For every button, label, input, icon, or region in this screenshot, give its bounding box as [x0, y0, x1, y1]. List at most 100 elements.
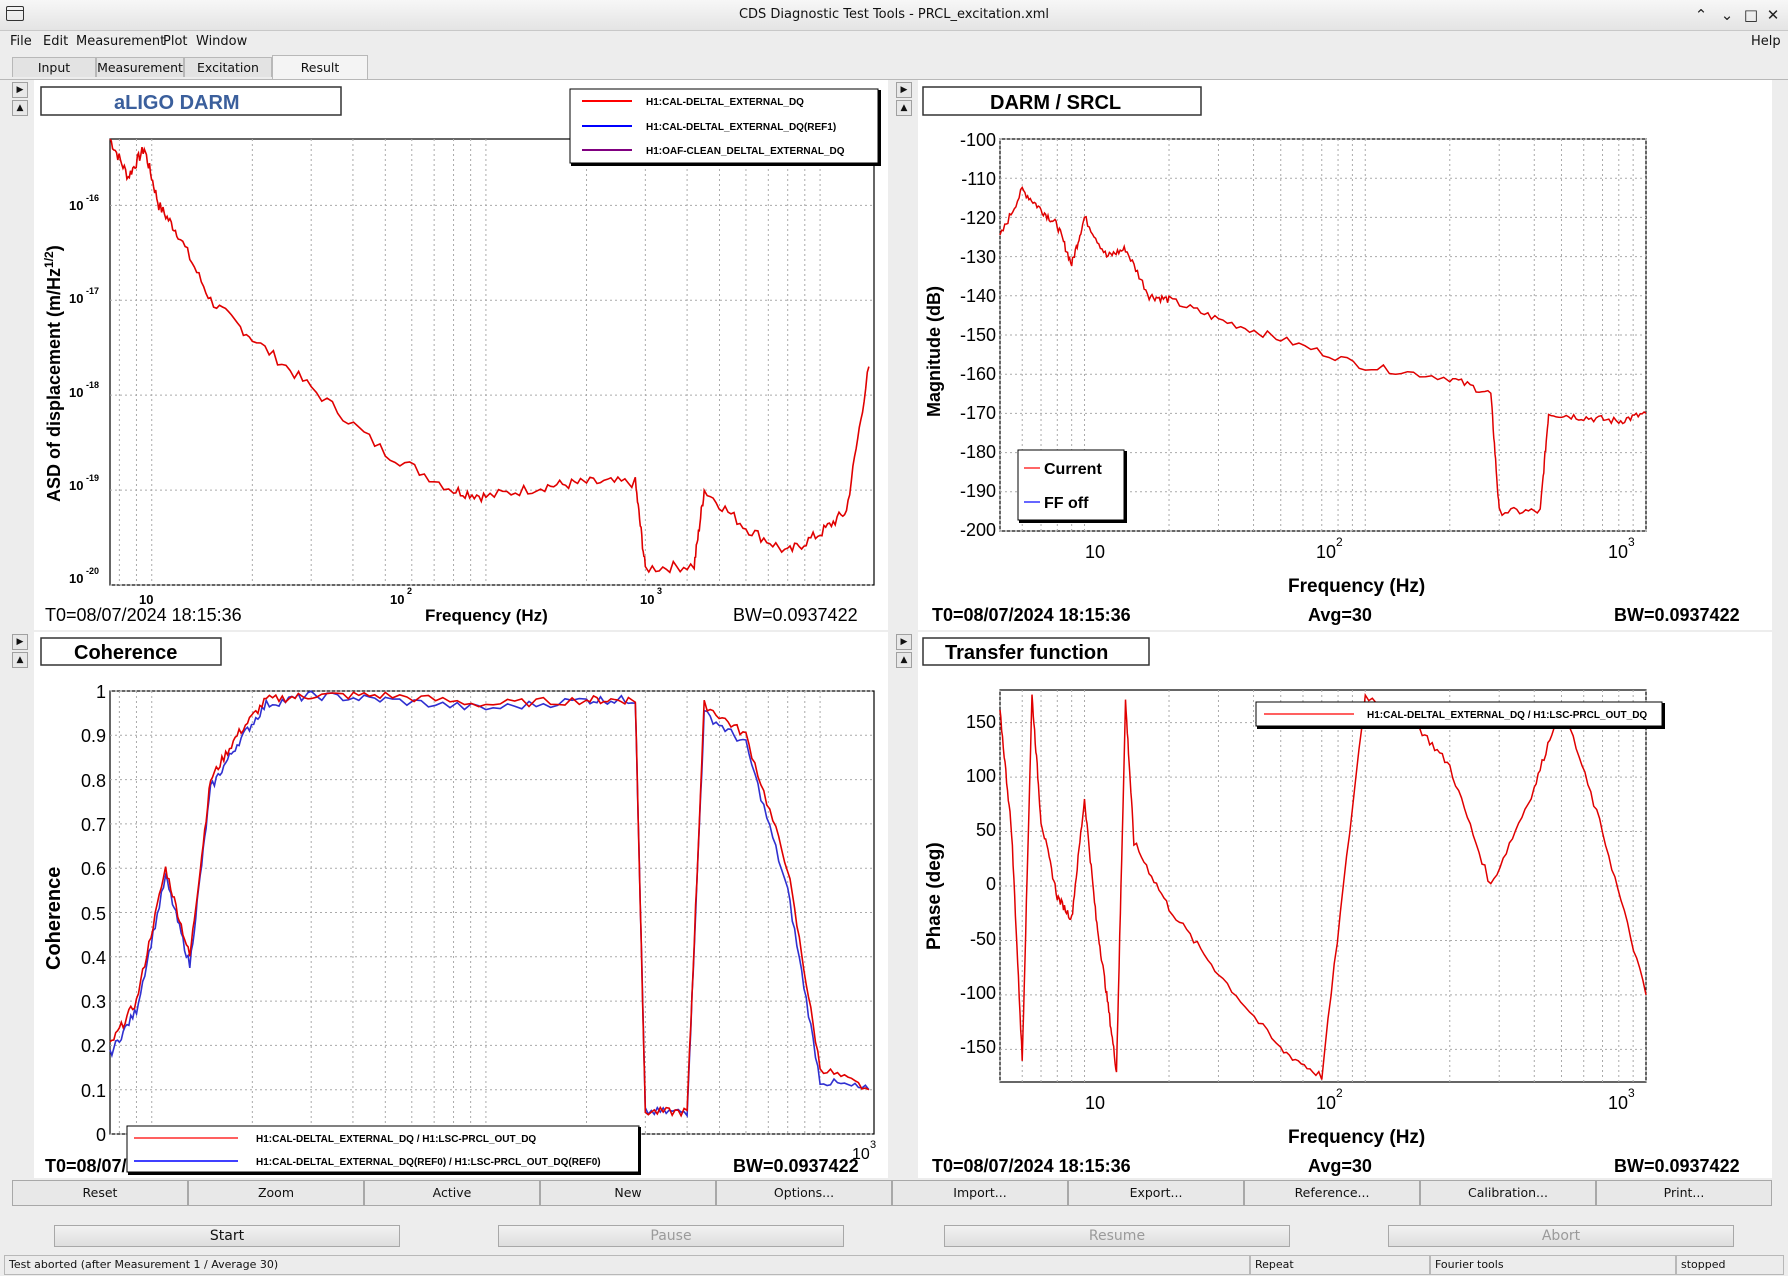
menu-file[interactable]: File	[10, 34, 32, 49]
panel-coherence[interactable]: Coherence 1 0.9 0.8 0.7 0.6 0.5 0.4 0.3 …	[34, 632, 888, 1178]
menu-measurement[interactable]: Measurement	[76, 34, 165, 49]
y-tick-exp: -19	[86, 473, 99, 483]
menu-plot[interactable]: Plot	[163, 34, 188, 49]
options-button[interactable]: Options...	[716, 1180, 892, 1206]
pad-collapse-icon[interactable]: ▲	[896, 100, 912, 116]
y-tick: -170	[960, 403, 996, 423]
panel-title: Coherence	[74, 642, 177, 664]
y-tick: 10	[69, 571, 83, 586]
legend: H1:CAL-DELTAL_EXTERNAL_DQ / H1:LSC-PRCL_…	[126, 1125, 641, 1175]
y-tick: -190	[960, 481, 996, 501]
pause-button[interactable]: Pause	[498, 1225, 844, 1247]
y-tick: 0	[96, 1125, 106, 1145]
panel-darm-srcl[interactable]: DARM / SRCL -100 -110 -120 -130 -140 -15…	[918, 80, 1772, 630]
new-button[interactable]: New	[540, 1180, 716, 1206]
t0-label: T0=08/07/2024 18:15:36	[932, 605, 1131, 625]
title-bar: CDS Diagnostic Test Tools - PRCL_excitat…	[0, 0, 1788, 31]
avg-label: Avg=30	[1308, 1156, 1372, 1176]
x-tick: 10	[1316, 542, 1336, 562]
y-axis: -100 -110 -120 -130 -140 -150 -160 -170 …	[960, 130, 996, 540]
status-fourier: Fourier tools	[1430, 1255, 1676, 1275]
x-tick: 10	[1608, 1093, 1628, 1113]
y-tick: 10	[69, 291, 83, 306]
print-button[interactable]: Print...	[1596, 1180, 1772, 1206]
maximize-icon[interactable]: □	[1740, 4, 1762, 26]
start-button[interactable]: Start	[54, 1225, 400, 1247]
menu-help[interactable]: Help	[1751, 34, 1781, 49]
legend: H1:CAL-DELTAL_EXTERNAL_DQ / H1:LSC-PRCL_…	[1255, 701, 1665, 729]
x-tick: 10	[1085, 542, 1105, 562]
x-tick-exp: 2	[407, 586, 412, 596]
y-tick: 50	[976, 820, 996, 840]
y-axis: 10 -16 10 -17 10 -18 10 -19 10 -20	[69, 193, 99, 586]
y-axis-label: Magnitude (dB)	[924, 286, 944, 417]
y-tick: 10	[69, 478, 83, 493]
pad-expand-icon[interactable]: ▶	[896, 82, 912, 98]
status-repeat: Repeat	[1250, 1255, 1430, 1275]
legend: H1:CAL-DELTAL_EXTERNAL_DQ H1:CAL-DELTAL_…	[569, 88, 881, 166]
y-tick: 0.3	[81, 992, 106, 1012]
status-bar: Test aborted (after Measurement 1 / Aver…	[0, 1254, 1788, 1276]
tab-bar: Input Measurement Excitation Result	[0, 55, 1788, 80]
pad-collapse-icon[interactable]: ▲	[12, 100, 28, 116]
panel-title: aLIGO DARM	[114, 92, 240, 114]
pad-expand-icon[interactable]: ▶	[896, 634, 912, 650]
y-tick: 1	[96, 682, 106, 702]
y-tick: 0	[986, 874, 996, 894]
panel-aligo-darm[interactable]: aLIGO DARM H1:CAL-DELTAL_EXTERNAL_DQ H1:…	[34, 80, 888, 630]
x-tick: 10	[640, 592, 654, 607]
plot-frame	[109, 138, 875, 586]
plot-frame	[999, 689, 1647, 1083]
x-axis-label: Frequency (Hz)	[425, 606, 548, 625]
close-icon[interactable]: ✕	[1762, 4, 1784, 26]
x-tick: 10	[1085, 1093, 1105, 1113]
y-axis-label: Coherence	[43, 867, 65, 970]
legend-label: H1:CAL-DELTAL_EXTERNAL_DQ / H1:LSC-PRCL_…	[256, 1134, 536, 1145]
reference-button[interactable]: Reference...	[1244, 1180, 1420, 1206]
bw-label: BW=0.0937422	[1614, 1156, 1740, 1176]
y-tick: -200	[960, 520, 996, 540]
zoom-button[interactable]: Zoom	[188, 1180, 364, 1206]
y-tick: 0.2	[81, 1036, 106, 1056]
resume-button[interactable]: Resume	[944, 1225, 1290, 1247]
import-button[interactable]: Import...	[892, 1180, 1068, 1206]
y-tick: 150	[966, 712, 996, 732]
reset-button[interactable]: Reset	[12, 1180, 188, 1206]
x-axis: 10 10 2 10 3	[1085, 535, 1635, 562]
minimize-icon[interactable]: ⌃	[1690, 4, 1712, 26]
t0-label: T0=08/07/2024 18:15:36	[45, 605, 242, 625]
abort-button[interactable]: Abort	[1388, 1225, 1734, 1247]
y-axis: 150 100 50 0 -50 -100 -150	[960, 712, 996, 1057]
pad-collapse-icon[interactable]: ▲	[896, 652, 912, 668]
panel-title: DARM / SRCL	[990, 92, 1121, 114]
y-tick: -120	[960, 208, 996, 228]
menu-window[interactable]: Window	[196, 34, 247, 49]
pad-expand-icon[interactable]: ▶	[12, 82, 28, 98]
panel-transfer-function[interactable]: Transfer function 150 100 50 0 -50 -100 …	[918, 632, 1772, 1178]
tab-excitation[interactable]: Excitation	[184, 57, 272, 77]
x-axis-label: Frequency (Hz)	[1288, 576, 1425, 597]
y-tick-exp: -20	[86, 566, 99, 576]
tab-measurement[interactable]: Measurement	[96, 57, 184, 77]
bw-label: BW=0.0937422	[733, 1156, 859, 1176]
legend-label: H1:CAL-DELTAL_EXTERNAL_DQ(REF0) / H1:LSC…	[256, 1157, 601, 1168]
legend-label: FF off	[1044, 495, 1089, 512]
y-tick: 10	[69, 385, 83, 400]
y-tick: -180	[960, 442, 996, 462]
restore-icon[interactable]: ⌄	[1716, 4, 1738, 26]
tab-result[interactable]: Result	[272, 55, 368, 79]
export-button[interactable]: Export...	[1068, 1180, 1244, 1206]
y-tick: 100	[966, 766, 996, 786]
pad-collapse-icon[interactable]: ▲	[12, 652, 28, 668]
y-tick: -100	[960, 983, 996, 1003]
y-tick: -50	[970, 929, 996, 949]
calibration-button[interactable]: Calibration...	[1420, 1180, 1596, 1206]
t0-label: T0=08/07/2024 18:15:36	[932, 1156, 1131, 1176]
menu-edit[interactable]: Edit	[43, 34, 68, 49]
x-tick: 10	[1608, 542, 1628, 562]
status-message: Test aborted (after Measurement 1 / Aver…	[4, 1255, 1250, 1275]
pad-expand-icon[interactable]: ▶	[12, 634, 28, 650]
active-button[interactable]: Active	[364, 1180, 540, 1206]
x-axis: 10 10 2 10 3	[139, 586, 662, 607]
tab-input[interactable]: Input	[12, 57, 96, 77]
